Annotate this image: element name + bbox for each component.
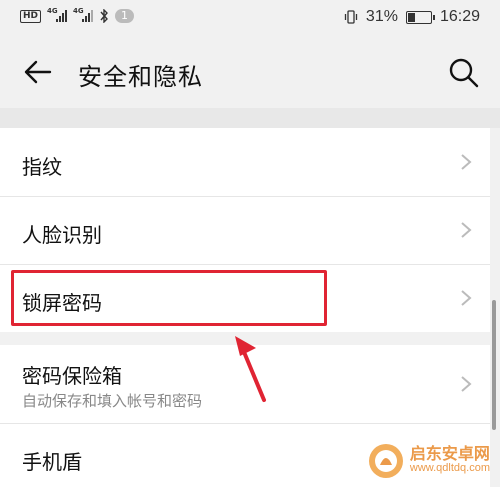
settings-item-label: 人脸识别	[22, 223, 102, 247]
header: 安全和隐私	[0, 36, 500, 108]
battery-percent: 31%	[365, 8, 398, 25]
clock: 16:29	[439, 8, 480, 25]
status-bar: HD 4G 4G 1 31% 16:29	[0, 0, 500, 36]
highlight-box	[11, 270, 327, 326]
settings-item-fingerprint[interactable]: 指纹	[0, 128, 490, 197]
watermark-logo-icon	[368, 444, 403, 478]
watermark-name: 启东安卓网	[409, 444, 490, 463]
settings-item-label: 手机盾	[22, 450, 82, 474]
network-type-label-2: 4G	[73, 7, 84, 15]
network-type-label: 4G	[47, 7, 58, 15]
section-divider	[0, 108, 500, 128]
battery-icon	[405, 10, 435, 24]
bluetooth-icon	[100, 9, 108, 23]
signal-icon: 4G	[47, 7, 68, 22]
watermark-url: www.qdltdq.com	[409, 462, 490, 474]
vibrate-icon	[344, 10, 358, 24]
chevron-right-icon	[461, 222, 472, 238]
chevron-right-icon	[461, 154, 472, 170]
scrollbar[interactable]	[492, 300, 496, 430]
hd-badge: HD	[20, 9, 42, 23]
chevron-right-icon	[461, 376, 472, 392]
page-title: 安全和隐私	[78, 63, 203, 91]
watermark-text: 启东安卓网 www.qdltdq.com	[410, 446, 490, 476]
status-right: 31% 16:29	[344, 8, 480, 26]
back-arrow-icon[interactable]	[22, 56, 54, 88]
search-icon[interactable]	[448, 57, 480, 89]
chevron-right-icon	[461, 290, 472, 306]
settings-item-subtitle: 自动保存和填入帐号和密码	[22, 392, 203, 410]
watermark: 启东安卓网 www.qdltdq.com	[368, 443, 490, 479]
settings-item-label: 密码保险箱	[22, 364, 122, 388]
status-left: HD 4G 4G 1	[20, 7, 135, 23]
settings-item-label: 指纹	[22, 155, 62, 179]
settings-item-face-recognition[interactable]: 人脸识别	[0, 196, 490, 265]
notification-count-badge: 1	[115, 9, 135, 23]
signal-icon-2: 4G	[73, 7, 94, 22]
annotation-arrow-icon	[235, 336, 266, 402]
